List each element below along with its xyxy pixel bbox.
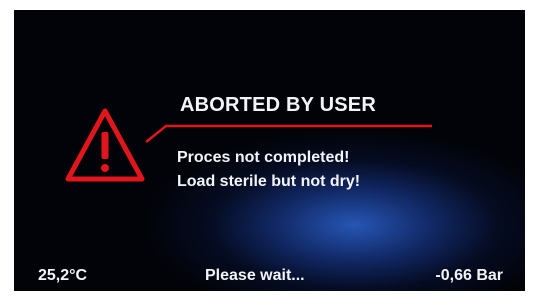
status-message: Please wait... <box>205 267 305 284</box>
temperature-readout: 25,2°C <box>38 267 88 284</box>
pressure-readout: -0,66 Bar <box>435 267 503 284</box>
title-divider-line <box>145 124 432 143</box>
device-display-screen: ABORTED BY USER Proces not completed! Lo… <box>14 10 525 291</box>
alert-message-line-1: Proces not completed! <box>177 149 350 166</box>
warning-triangle-icon <box>65 108 145 182</box>
alert-message-line-2: Load sterile but not dry! <box>177 173 361 190</box>
alert-title: ABORTED BY USER <box>180 94 376 116</box>
